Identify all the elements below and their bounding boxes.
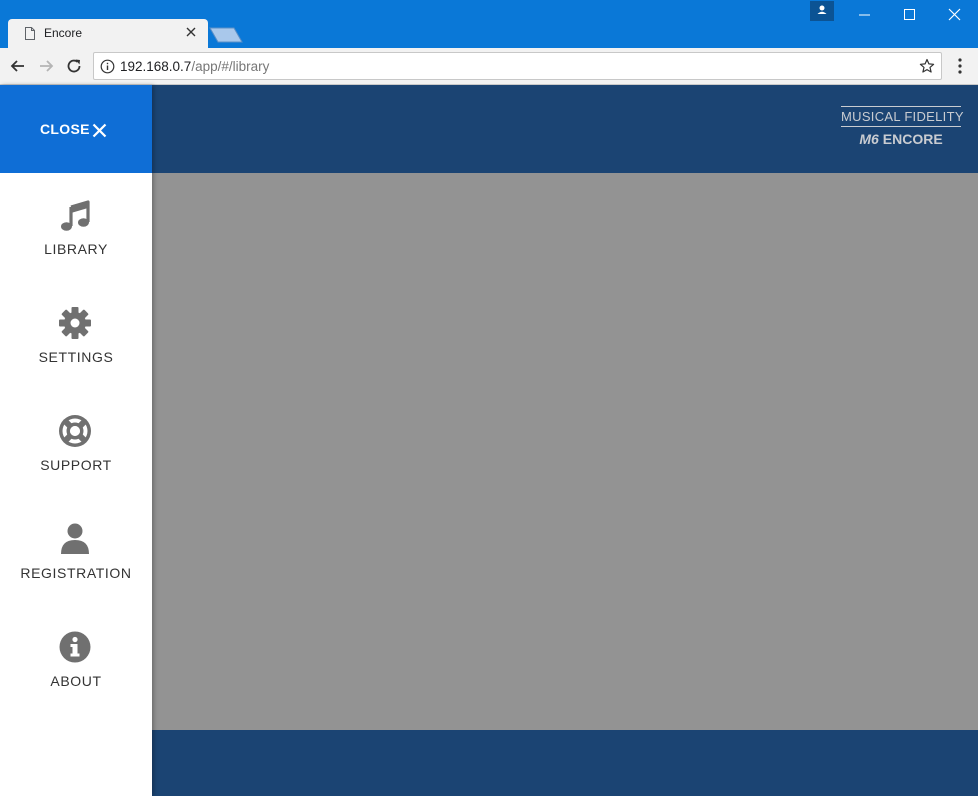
url-path: /app/#/library: [191, 59, 270, 74]
browser-tab[interactable]: Encore: [8, 19, 208, 48]
sidebar-item-label: ABOUT: [50, 673, 102, 689]
sidebar-item-registration[interactable]: REGISTRATION: [0, 522, 152, 622]
profile-icon: [817, 5, 827, 14]
sidebar-item-settings[interactable]: SETTINGS: [0, 306, 152, 406]
brand-logo: MUSICAL FIDELITY M6 ENCORE: [841, 106, 963, 147]
brand-line1: MUSICAL FIDELITY: [841, 106, 963, 127]
site-info-icon[interactable]: [100, 59, 115, 74]
side-menu: CLOSE LIBRARY SETTINGS SUPPORT REGISTRAT…: [0, 85, 152, 796]
app-footer: [152, 730, 978, 796]
url-text[interactable]: 192.168.0.7/app/#/library: [120, 59, 269, 74]
reload-icon[interactable]: [64, 56, 84, 76]
content-overlay[interactable]: [152, 173, 978, 730]
document-icon: [25, 27, 35, 40]
browser-menu-icon[interactable]: [950, 56, 970, 76]
lifebuoy-icon: [59, 415, 91, 447]
close-menu-button[interactable]: CLOSE: [0, 85, 152, 173]
sidebar-item-label: LIBRARY: [44, 241, 108, 257]
close-window-icon[interactable]: [932, 0, 977, 30]
brand-m6: M6: [859, 131, 879, 147]
user-icon: [61, 523, 89, 554]
new-tab-button[interactable]: [209, 27, 243, 43]
sidebar-item-label: SETTINGS: [38, 349, 114, 365]
brand-line2: ENCORE: [882, 131, 943, 147]
tab-title: Encore: [44, 26, 83, 40]
close-icon: [92, 123, 107, 138]
bookmark-star-icon[interactable]: [919, 58, 935, 74]
sidebar-item-label: SUPPORT: [40, 457, 112, 473]
app-header: MUSICAL FIDELITY M6 ENCORE: [152, 85, 978, 173]
brand-line2-wrap: M6 ENCORE: [841, 131, 961, 147]
close-menu-label: CLOSE: [40, 121, 90, 137]
sidebar-item-label: REGISTRATION: [20, 565, 132, 581]
sidebar-item-about[interactable]: ABOUT: [0, 630, 152, 730]
forward-arrow-icon[interactable]: [36, 56, 56, 76]
minimize-window-icon[interactable]: [842, 0, 887, 30]
url-host: 192.168.0.7: [120, 59, 192, 74]
sidebar-item-library[interactable]: LIBRARY: [0, 198, 152, 298]
info-icon: [59, 631, 91, 663]
profile-button[interactable]: [810, 1, 834, 21]
back-arrow-icon[interactable]: [8, 56, 28, 76]
gear-icon: [59, 307, 91, 339]
maximize-window-icon[interactable]: [887, 0, 932, 30]
tab-close-icon[interactable]: [184, 25, 198, 39]
music-note-icon: [61, 200, 90, 231]
browser-toolbar: 192.168.0.7/app/#/library: [0, 48, 978, 85]
address-bar[interactable]: 192.168.0.7/app/#/library: [93, 52, 942, 80]
browser-titlebar: Encore: [0, 0, 978, 48]
sidebar-item-support[interactable]: SUPPORT: [0, 414, 152, 514]
